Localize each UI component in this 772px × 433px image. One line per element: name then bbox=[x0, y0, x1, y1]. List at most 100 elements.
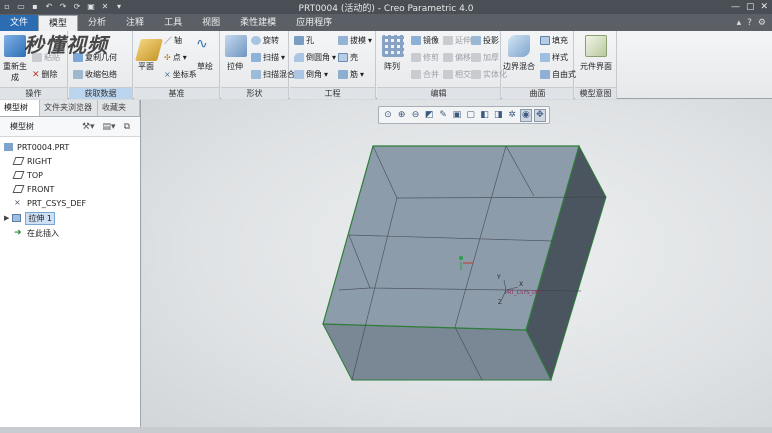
trim-button[interactable]: 修剪 bbox=[411, 52, 439, 63]
group-surfaces: 边界混合 填充 样式 自由式 曲面 bbox=[502, 31, 576, 99]
group-caption-surfaces[interactable]: 曲面 bbox=[502, 87, 573, 99]
group-caption-editing[interactable]: 编辑 bbox=[377, 87, 500, 99]
tab-annotate[interactable]: 注释 bbox=[116, 15, 154, 31]
tree-item-front[interactable]: FRONT bbox=[12, 182, 54, 196]
point-button[interactable]: ✣ 点 ▾ bbox=[164, 52, 187, 63]
intersect-icon bbox=[443, 70, 453, 79]
fill-button[interactable]: 填充 bbox=[540, 35, 568, 46]
group-caption-model-intent[interactable]: 模型意图 bbox=[575, 87, 616, 99]
tree-columns-icon[interactable]: ▤▾ bbox=[103, 122, 116, 132]
rib-button[interactable]: 筋 ▾ bbox=[338, 69, 364, 80]
extrude-button[interactable]: 拉伸 bbox=[221, 61, 249, 72]
group-caption-datum[interactable]: 基准 bbox=[134, 87, 219, 99]
style-icon bbox=[540, 53, 550, 62]
tree-item-insert-here[interactable]: ➜ 在此插入 bbox=[14, 226, 59, 240]
tab-favorites[interactable]: 收藏夹 bbox=[98, 100, 140, 116]
help-icon[interactable]: ? bbox=[747, 18, 752, 28]
tab-folder-browser[interactable]: 文件夹浏览器 bbox=[40, 100, 98, 116]
shell-button[interactable]: 壳 bbox=[338, 52, 358, 63]
chamfer-button[interactable]: 倒角 ▾ bbox=[294, 69, 328, 80]
tab-view[interactable]: 视图 bbox=[192, 15, 230, 31]
sweep-dropdown-icon[interactable]: ▾ bbox=[281, 53, 285, 62]
tree-item-right[interactable]: RIGHT bbox=[12, 154, 52, 168]
tab-tools[interactable]: 工具 bbox=[154, 15, 192, 31]
model-tree-header: 模型树 bbox=[10, 122, 34, 131]
regenerate-button[interactable]: 重新生成 bbox=[0, 61, 30, 83]
tab-flexible-modeling[interactable]: 柔性建模 bbox=[230, 15, 286, 31]
intersect-button[interactable]: 相交 bbox=[443, 69, 471, 80]
title-bar: ▫ ▭ ▪ ↶ ↷ ⟳ ▣ ✕ ▾ PRT0004 (活动的) - Creo P… bbox=[0, 0, 772, 14]
offset-button[interactable]: 偏移 bbox=[443, 52, 471, 63]
delete-button[interactable]: ✕ 删除 bbox=[32, 69, 58, 80]
group-caption-operations[interactable]: 操作 bbox=[0, 87, 67, 99]
merge-icon bbox=[411, 70, 421, 79]
chamfer-icon bbox=[294, 70, 304, 79]
revolve-button[interactable]: 旋转 bbox=[251, 35, 279, 46]
pattern-button[interactable]: 阵列 bbox=[377, 61, 407, 72]
ribbon: 重新生成 粘贴 ✕ 删除 操作 复制几何 收缩包络 获取数据 秒懂视频 平面 ／轴… bbox=[0, 31, 772, 99]
hole-button[interactable]: 孔 bbox=[294, 35, 314, 46]
round-button[interactable]: 倒圆角 ▾ bbox=[294, 52, 336, 63]
solidify-icon bbox=[471, 70, 481, 79]
mirror-button[interactable]: 镜像 bbox=[411, 35, 439, 46]
tree-item-extrude-1[interactable]: ▶ 拉伸 1 bbox=[4, 211, 56, 225]
model-front-face bbox=[322, 323, 552, 381]
extrude-icon bbox=[12, 214, 22, 222]
freestyle-button[interactable]: 自由式 bbox=[540, 69, 576, 80]
origin-marker bbox=[459, 256, 463, 260]
csys-icon: ⨯ bbox=[164, 70, 171, 79]
sketch-button[interactable]: 草绘 bbox=[192, 61, 218, 72]
point-dropdown-icon[interactable]: ▾ bbox=[183, 53, 187, 62]
boundary-blend-button[interactable]: 边界混合 bbox=[502, 61, 536, 72]
navigator-tabs: 模型树 文件夹浏览器 收藏夹 bbox=[0, 100, 140, 117]
tree-settings-icon[interactable]: ⚒▾ bbox=[82, 122, 95, 132]
thicken-button[interactable]: 加厚 bbox=[471, 52, 499, 63]
tree-item-csys[interactable]: ⨯ PRT_CSYS_DEF bbox=[14, 196, 86, 210]
tab-applications[interactable]: 应用程序 bbox=[286, 15, 342, 31]
rib-icon bbox=[338, 70, 348, 79]
group-shapes: 拉伸 旋转 扫描 ▾ 扫描混合 形状 bbox=[221, 31, 295, 99]
tab-model-tree[interactable]: 模型树 bbox=[0, 100, 40, 116]
datum-plane-icon bbox=[12, 157, 25, 165]
draft-dropdown-icon[interactable]: ▾ bbox=[368, 36, 372, 45]
swept-blend-icon bbox=[251, 70, 261, 79]
datum-plane-icon bbox=[12, 171, 25, 179]
style-button[interactable]: 样式 bbox=[540, 52, 568, 63]
rib-dropdown-icon[interactable]: ▾ bbox=[360, 70, 364, 79]
draft-icon bbox=[338, 36, 348, 45]
shrinkwrap-icon bbox=[73, 70, 83, 79]
model-view: X Y Z PRT_CSYS_DEF bbox=[322, 144, 607, 382]
mirror-icon bbox=[411, 36, 421, 45]
round-dropdown-icon[interactable]: ▾ bbox=[332, 53, 336, 62]
csys-label: PRT_CSYS_DEF bbox=[505, 290, 542, 296]
axis-button[interactable]: ／轴 bbox=[164, 35, 182, 46]
shrinkwrap-button[interactable]: 收缩包络 bbox=[73, 69, 117, 80]
group-caption-shapes[interactable]: 形状 bbox=[221, 87, 288, 99]
merge-button[interactable]: 合并 bbox=[411, 69, 439, 80]
sweep-icon bbox=[251, 53, 261, 62]
group-caption-engineering[interactable]: 工程 bbox=[290, 87, 375, 99]
minimize-icon[interactable]: — bbox=[731, 2, 740, 12]
project-button[interactable]: 投影 bbox=[471, 35, 499, 46]
ribbon-collapse-icon[interactable]: ▴ bbox=[737, 18, 742, 28]
maximize-icon[interactable]: ▢ bbox=[746, 2, 755, 12]
tree-item-top[interactable]: TOP bbox=[12, 168, 43, 182]
settings-icon[interactable]: ⚙ bbox=[758, 18, 766, 28]
component-interface-button[interactable]: 元件界面 bbox=[575, 61, 617, 72]
extrude-icon bbox=[225, 35, 247, 57]
draft-button[interactable]: 拔模 ▾ bbox=[338, 35, 372, 46]
tree-item-part[interactable]: PRT0004.PRT bbox=[4, 140, 69, 154]
csys-x-label: X bbox=[519, 281, 523, 288]
status-bar bbox=[0, 427, 772, 433]
extend-button[interactable]: 延伸 bbox=[443, 35, 471, 46]
tree-filter-icon[interactable]: ⧉ bbox=[124, 122, 130, 132]
swept-blend-button[interactable]: 扫描混合 bbox=[251, 69, 295, 80]
plane-button[interactable]: 平面 bbox=[134, 61, 158, 72]
chamfer-dropdown-icon[interactable]: ▾ bbox=[324, 70, 328, 79]
sweep-button[interactable]: 扫描 ▾ bbox=[251, 52, 285, 63]
component-interface-icon bbox=[585, 35, 607, 57]
expand-arrow-icon[interactable]: ▶ bbox=[4, 214, 9, 222]
group-caption-get-data[interactable]: 获取数据 bbox=[69, 87, 132, 99]
close-icon[interactable]: ✕ bbox=[760, 2, 768, 12]
graphics-window[interactable]: ⊙ ⊕ ⊖ ◩ ✎ ▣ ▢ ◧ ◨ ✲ ◉ ✥ X Y Z PRT_CSYS_D… bbox=[142, 100, 772, 433]
